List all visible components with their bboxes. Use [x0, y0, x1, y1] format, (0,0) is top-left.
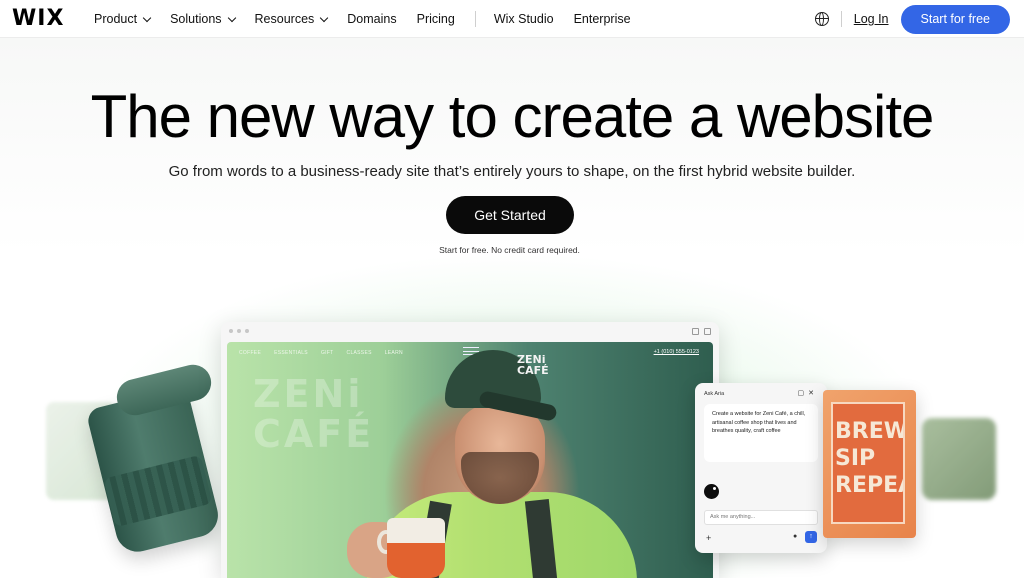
close-icon[interactable]: ✕	[808, 390, 818, 397]
nav-pricing[interactable]: Pricing	[417, 12, 455, 26]
cap-logo: ZENi CAFÉ	[517, 353, 549, 377]
chevron-down-icon	[142, 13, 152, 22]
nav-resources[interactable]: Resources	[254, 12, 329, 26]
site-nav-item: ESSENTIALS	[274, 350, 308, 356]
site-nav-item: LEARN	[384, 350, 403, 356]
get-started-button[interactable]: Get Started	[446, 196, 574, 234]
site-nav-item: GIFT	[320, 350, 334, 356]
assistant-avatar	[704, 484, 719, 499]
coffee-cup	[387, 518, 445, 578]
tools-divider	[840, 11, 842, 27]
nav-domains[interactable]: Domains	[347, 12, 396, 26]
chat-controls: ▢✕	[798, 389, 819, 397]
poster-frame: BREW SIP REPEAT	[831, 402, 905, 524]
nav-solutions-label: Solutions	[170, 12, 222, 26]
chat-bubble-icon[interactable]: ▢	[798, 390, 809, 397]
hero-headline: The new way to create a website	[90, 83, 935, 150]
site-nav-item: COFFEE	[239, 350, 262, 356]
site-nav-item: CLASSES	[346, 350, 372, 356]
chevron-down-icon	[227, 13, 236, 22]
hero-subheadline: Go from words to a business-ready site t…	[168, 163, 856, 180]
site-phone: +1 (010) 555-0123	[653, 349, 699, 355]
chat-input[interactable]: Ask me anything...	[704, 510, 818, 525]
nav-solutions[interactable]: Solutions	[170, 12, 236, 26]
browser-mockup: COFFEE ESSENTIALS GIFT CLASSES LEARN +1 …	[221, 322, 719, 578]
nav-divider	[474, 11, 476, 27]
send-icon[interactable]: ↑	[805, 531, 817, 543]
start-for-free-button[interactable]: Start for free	[900, 4, 1010, 34]
chevron-down-icon	[320, 13, 329, 22]
browser-toolbar	[221, 322, 719, 340]
site-title: ZENi CAFÉ	[253, 372, 375, 456]
nav-resources-label: Resources	[254, 12, 315, 26]
side-card-right	[922, 418, 996, 500]
window-dots	[229, 329, 253, 333]
brew-sip-repeat-poster: BREW SIP REPEAT	[823, 390, 916, 538]
login-link[interactable]: Log In	[854, 12, 889, 26]
chat-title: Ask Aria	[704, 391, 725, 397]
nav-product[interactable]: Product	[94, 12, 152, 26]
no-credit-card-note: Start for free. No credit card required.	[439, 245, 580, 255]
chat-message: Create a website for Zeni Café, a chill,…	[704, 404, 818, 462]
globe-icon[interactable]	[814, 12, 829, 26]
cafe-website-preview: COFFEE ESSENTIALS GIFT CLASSES LEARN +1 …	[227, 342, 713, 578]
nav-wix-studio[interactable]: Wix Studio	[494, 12, 554, 26]
microphone-icon[interactable]: ●	[793, 533, 797, 540]
poster-text: BREW SIP REPEAT	[835, 419, 905, 498]
ai-chat-panel: Ask Aria ▢✕ Create a website for Zeni Ca…	[695, 383, 827, 553]
site-nav: COFFEE ESSENTIALS GIFT CLASSES LEARN	[239, 350, 416, 356]
coffee-tumbler-image	[85, 360, 223, 557]
wix-logo[interactable]: WIX	[12, 6, 64, 31]
top-navigation-bar: WIX Product Solutions Resources Domains …	[0, 0, 1024, 38]
device-toggle-icons	[687, 327, 711, 335]
header-tools: Log In Start for free	[814, 0, 1010, 38]
add-attachment-icon[interactable]: +	[706, 533, 711, 543]
main-nav: Product Solutions Resources Domains Pric…	[94, 0, 651, 38]
nav-enterprise[interactable]: Enterprise	[574, 12, 631, 26]
nav-product-label: Product	[94, 12, 138, 26]
